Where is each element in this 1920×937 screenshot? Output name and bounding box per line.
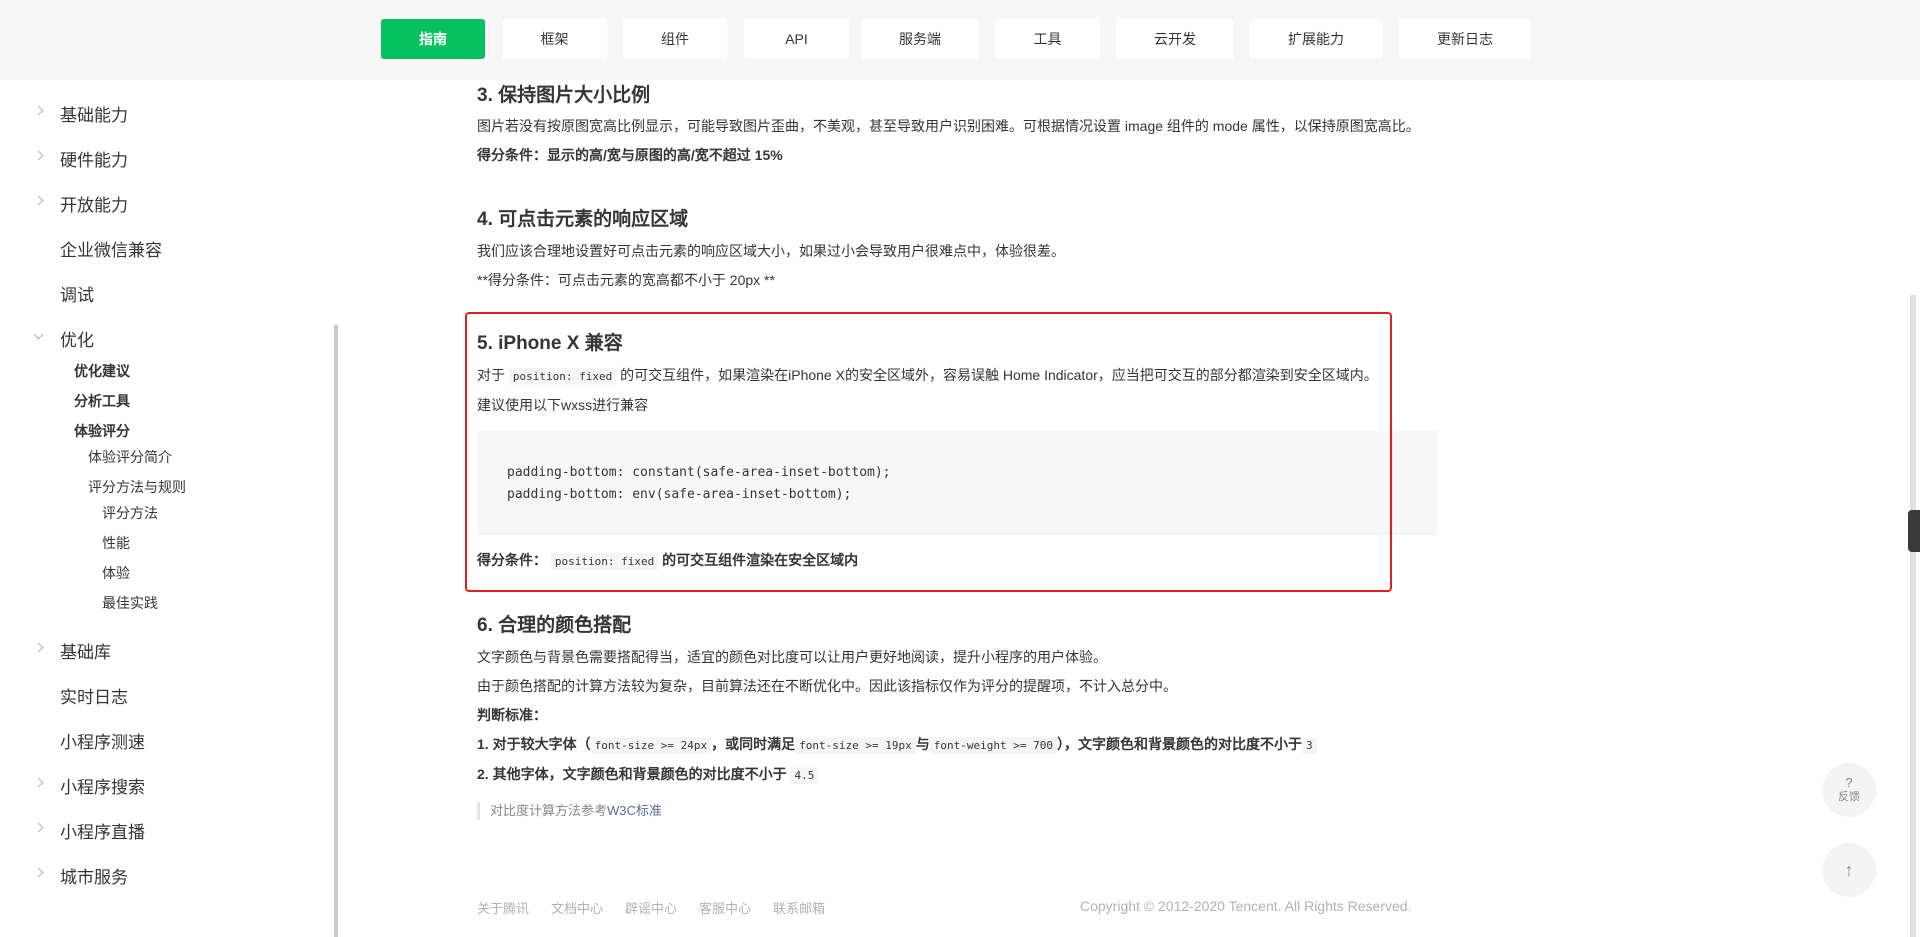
sidebar-item-basic[interactable]: 基础能力 [60, 101, 128, 126]
side-handle[interactable] [1908, 510, 1920, 552]
inline-code: font-weight >= 700 [929, 737, 1057, 754]
arrow-up-icon: ↑ [1844, 859, 1854, 880]
sidebar-scrollbar[interactable] [334, 325, 338, 937]
section-6-text-2: 由于颜色搭配的计算方法较为复杂，目前算法还在不断优化中。因此该指标仅作为评分的提… [477, 678, 1177, 694]
sidebar-sub-experience-score[interactable]: 体验评分 [74, 421, 130, 441]
footer-link-docs[interactable]: 文档中心 [551, 898, 603, 917]
section-6-title: 6. 合理的颜色搭配 [477, 615, 632, 636]
footer-link-rumor[interactable]: 辟谣中心 [625, 898, 677, 917]
criteria-1-text: ，或同时满足 [711, 736, 796, 752]
nav-tab-server[interactable]: 服务端 [861, 19, 979, 59]
footer-link-service[interactable]: 客服中心 [699, 898, 751, 917]
inline-code: font-size >= 24px [590, 737, 712, 754]
sidebar-sub-score-methods[interactable]: 评分方法与规则 [88, 477, 186, 497]
section-4-score: **得分条件：可点击元素的宽高都不小于 20px ** [477, 272, 775, 288]
inline-code: 3 [1301, 737, 1317, 754]
sidebar-sub-best-practice[interactable]: 最佳实践 [102, 593, 158, 613]
sidebar-sub-score-method[interactable]: 评分方法 [102, 503, 158, 523]
sidebar-item-optimize[interactable]: 优化 [60, 326, 94, 351]
sidebar-sub-performance[interactable]: 性能 [102, 533, 130, 553]
footer-link-about[interactable]: 关于腾讯 [477, 898, 529, 917]
nav-tab-api[interactable]: API [744, 19, 849, 59]
nav-tab-framework[interactable]: 框架 [502, 19, 607, 59]
sidebar-sub-score-intro[interactable]: 体验评分简介 [88, 447, 172, 467]
sidebar-item-base-lib[interactable]: 基础库 [60, 638, 111, 663]
nav-tab-changelog[interactable]: 更新日志 [1399, 19, 1531, 59]
criteria-1: 1. 对于较大字体（ font-size >= 24px ，或同时满足 font-si… [477, 734, 1317, 754]
sidebar-item-wework[interactable]: 企业微信兼容 [60, 236, 162, 261]
back-to-top-button[interactable]: ↑ [1822, 843, 1876, 897]
sidebar-item-debug[interactable]: 调试 [60, 281, 94, 306]
sidebar-item-search[interactable]: 小程序搜索 [60, 773, 145, 798]
w3c-link[interactable]: W3C标准 [607, 803, 662, 818]
section-4-text: 我们应该合理地设置好可点击元素的响应区域大小，如果过小会导致用户很难点中，体验很… [477, 243, 1065, 259]
sidebar-item-speed-test[interactable]: 小程序测速 [60, 728, 145, 753]
copyright: Copyright © 2012-2020 Tencent. All Right… [1080, 898, 1412, 914]
inline-code: font-size >= 19px [795, 737, 916, 754]
feedback-label: 反馈 [1838, 791, 1860, 803]
nav-tab-guide[interactable]: 指南 [381, 19, 485, 59]
sidebar-item-realtime-log[interactable]: 实时日志 [60, 683, 128, 708]
criteria-2-text: 2. 其他字体，文字颜色和背景颜色的对比度不小于 [477, 766, 787, 782]
nav-tab-tools[interactable]: 工具 [995, 19, 1100, 59]
sidebar-item-hardware[interactable]: 硬件能力 [60, 146, 128, 171]
section-3-text: 图片若没有按原图宽高比例显示，可能导致图片歪曲，不美观，甚至导致用户识别困难。可… [477, 118, 1420, 134]
criteria-1-text: 与 [915, 736, 930, 752]
quote-text: 对比度计算方法参考 [490, 803, 608, 818]
criteria-1-text: 1. 对于较大字体（ [477, 736, 591, 752]
sidebar-item-open[interactable]: 开放能力 [60, 191, 128, 216]
nav-tab-cloud[interactable]: 云开发 [1116, 19, 1234, 59]
section-3-score: 得分条件：显示的高/宽与原图的高/宽不超过 15% [477, 147, 783, 163]
highlight-box [465, 312, 1392, 592]
nav-tab-extensions[interactable]: 扩展能力 [1250, 19, 1382, 59]
page-scrollbar[interactable] [1910, 295, 1916, 937]
footer-link-email[interactable]: 联系邮箱 [773, 898, 825, 917]
sidebar-sub-experience[interactable]: 体验 [102, 563, 130, 583]
criteria-2: 2. 其他字体，文字颜色和背景颜色的对比度不小于 4.5 [477, 764, 819, 784]
inline-code: 4.5 [790, 767, 819, 784]
section-6-text-1: 文字颜色与背景色需要搭配得当，适宜的颜色对比度可以让用户更好地阅读，提升小程序的… [477, 649, 1107, 665]
sidebar-item-live[interactable]: 小程序直播 [60, 818, 145, 843]
section-3-title: 3. 保持图片大小比例 [477, 85, 651, 106]
sidebar-sub-analysis-tools[interactable]: 分析工具 [74, 391, 130, 411]
section-6-criteria: 判断标准： [477, 707, 547, 723]
criteria-1-text: ），文字颜色和背景颜色的对比度不小于 [1056, 736, 1302, 752]
sidebar [0, 80, 336, 937]
feedback-button[interactable]: ? 反馈 [1822, 763, 1876, 817]
question-icon: ? [1845, 775, 1853, 790]
section-4-title: 4. 可点击元素的响应区域 [477, 209, 689, 230]
reference-quote: 对比度计算方法参考W3C标准 [477, 802, 662, 820]
sidebar-item-city[interactable]: 城市服务 [60, 863, 128, 888]
sidebar-sub-optimize-advice[interactable]: 优化建议 [74, 361, 130, 381]
nav-tab-components[interactable]: 组件 [623, 19, 727, 59]
